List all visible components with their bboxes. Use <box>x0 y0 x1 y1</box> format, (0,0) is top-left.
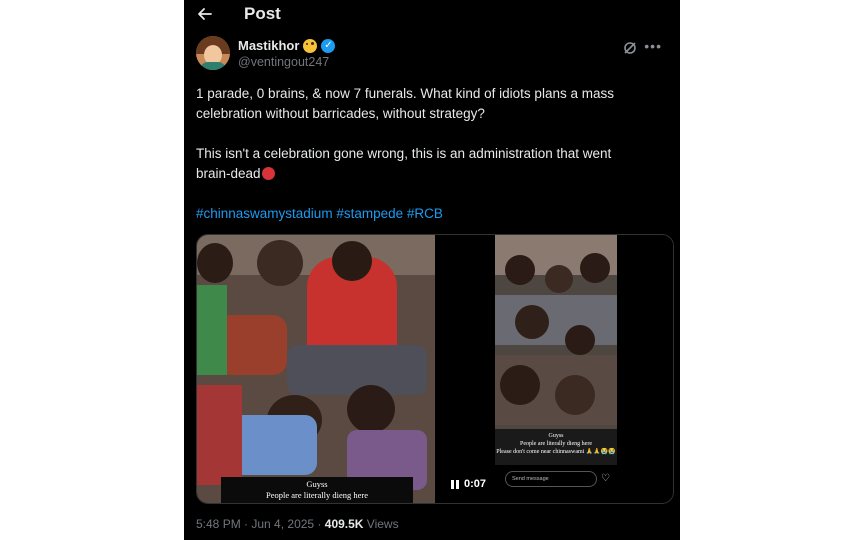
tweet-line: brain-dead <box>196 166 261 181</box>
hashtag-link[interactable]: #chinnaswamystadium <box>196 206 333 221</box>
grok-icon[interactable] <box>622 40 638 56</box>
views-label: Views <box>363 517 399 531</box>
video-controls: 0:07 <box>451 478 486 490</box>
views-count: 409.5K <box>324 517 364 531</box>
hashtag-link[interactable]: #RCB <box>407 206 443 221</box>
video-caption: Guyss People are literally dieng here Pl… <box>495 429 617 465</box>
author-name[interactable]: Mastikhor <box>238 38 299 53</box>
video-frame: Guyss People are literally dieng here Pl… <box>495 235 617 465</box>
tweet-line-last: brain-dead <box>196 164 666 184</box>
hashtag-link[interactable]: #stampede <box>336 206 403 221</box>
video-player[interactable]: Guyss People are literally dieng here Pl… <box>437 235 673 503</box>
avatar[interactable] <box>196 36 230 70</box>
caption-line: Please don't come near chinnaswami 🙏🙏😭😭 <box>496 449 616 455</box>
heart-icon: ♡ <box>601 473 610 484</box>
crowd-photo[interactable]: Guyss People are literally dieng here <box>197 235 435 503</box>
video-time: 0:07 <box>464 478 487 490</box>
media-grid: Guyss People are literally dieng here Gu… <box>196 234 674 504</box>
hashtags: #chinnaswamystadium #stampede #RCB <box>196 206 443 221</box>
author-handle[interactable]: @ventingout247 <box>238 55 329 69</box>
meta-separator: · <box>240 517 252 531</box>
tweet-line: This isn't a celebration gone wrong, thi… <box>196 146 612 161</box>
tweet-line: 1 parade, 0 brains, & now 7 funerals. Wh… <box>196 86 614 101</box>
back-button[interactable] <box>194 3 216 25</box>
caption-line: People are literally dieng here <box>520 441 592 447</box>
laughing-face-emoji-icon <box>303 38 318 53</box>
caption-line: Guyss <box>306 479 328 489</box>
post-time[interactable]: 5:48 PM <box>196 517 241 531</box>
tweet-line: celebration without barricades, without … <box>196 106 485 121</box>
author-row: Mastikhor ✓ @ventingout247 ••• <box>196 36 668 76</box>
meta-separator: · <box>314 517 325 531</box>
post-date[interactable]: Jun 4, 2025 <box>251 517 314 531</box>
page-title: Post <box>244 4 281 23</box>
verified-badge-icon[interactable]: ✓ <box>321 38 336 53</box>
author-name-row: Mastikhor ✓ <box>238 38 336 53</box>
caption-line: Guyss <box>548 433 564 439</box>
caption-line: People are literally dieng here <box>266 490 368 500</box>
post-view: Post Mastikhor ✓ @ventingout247 ••• 1 pa… <box>184 0 680 540</box>
post-meta: 5:48 PM · Jun 4, 2025 · 409.5K Views <box>196 517 399 531</box>
send-message-field: Send message <box>505 471 597 487</box>
angry-face-emoji-icon <box>261 167 275 180</box>
video-caption: Guyss People are literally dieng here <box>221 477 413 503</box>
more-icon[interactable]: ••• <box>644 38 662 54</box>
top-bar: Post <box>184 0 680 28</box>
pause-icon[interactable] <box>451 479 459 489</box>
tweet-text: 1 parade, 0 brains, & now 7 funerals. Wh… <box>196 84 666 184</box>
arrow-left-icon <box>198 8 212 20</box>
